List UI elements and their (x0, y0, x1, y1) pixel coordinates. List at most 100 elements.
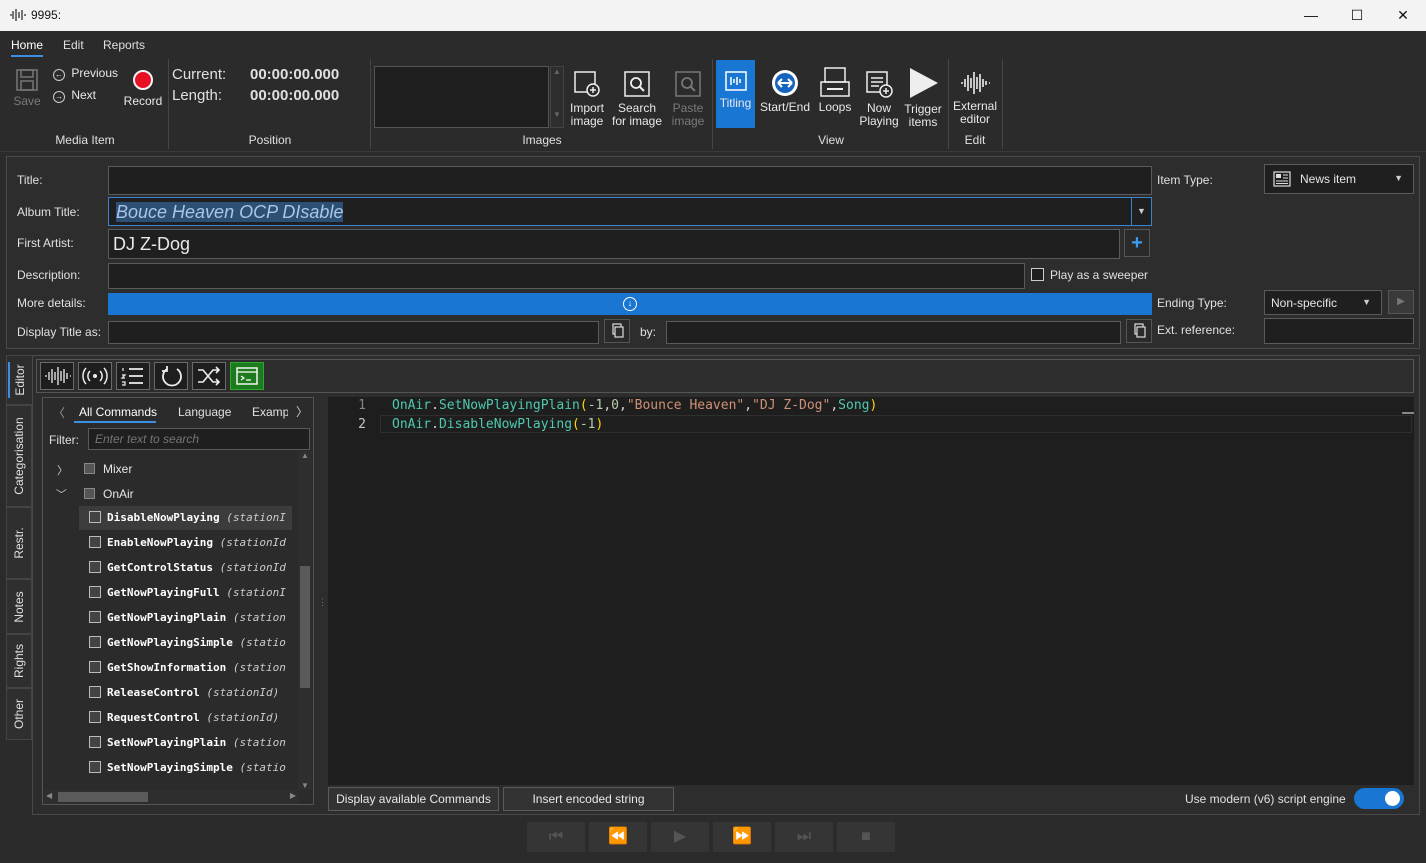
command-item[interactable]: SetNowPlayingSimple (statio (79, 756, 292, 780)
import-image-button[interactable]: Import image (566, 69, 608, 128)
side-tab-categorisation[interactable]: Categorisation (6, 405, 32, 507)
code-line[interactable]: OnAir.DisableNowPlaying(-1) (392, 417, 603, 432)
import-image-icon (574, 71, 600, 97)
folder-icon (84, 463, 95, 474)
skip-start-button[interactable]: ⏮ (527, 822, 585, 852)
tab-all-commands[interactable]: All Commands (79, 405, 157, 419)
image-scrollbar[interactable]: ▲ ▼ (550, 66, 564, 128)
command-icon (89, 711, 101, 723)
scroll-thumb[interactable] (58, 792, 148, 802)
tree-group-mixer[interactable]: Mixer (103, 462, 132, 476)
tab-examples[interactable]: Examp (252, 405, 288, 419)
length-label: Length: (172, 87, 223, 104)
command-item[interactable]: EnableNowPlaying (stationId (79, 531, 292, 555)
copy-by-button[interactable] (1126, 319, 1152, 343)
external-editor-button[interactable]: External editor (952, 69, 998, 126)
filter-label: Filter: (49, 433, 79, 447)
line-number: 1 (358, 398, 366, 413)
copy-title-button[interactable] (604, 319, 630, 343)
image-preview (374, 66, 549, 128)
scroll-thumb[interactable] (300, 566, 310, 688)
collapse-onair-icon[interactable]: 〉 (54, 489, 70, 500)
toolbar-waveform-button[interactable] (40, 362, 74, 390)
previous-button[interactable]: ← Previous (53, 67, 123, 81)
side-tab-notes[interactable]: Notes (6, 579, 32, 634)
command-item[interactable]: ReleaseControl (stationId) (79, 681, 292, 705)
command-item[interactable]: GetControlStatus (stationId (79, 556, 292, 580)
title-field[interactable] (108, 166, 1152, 195)
command-item[interactable]: SetNowPlayingPlain (station (79, 731, 292, 755)
record-button[interactable]: Record (122, 70, 164, 108)
now-playing-button[interactable]: Now Playing (858, 69, 900, 128)
play-button[interactable]: ▶ (651, 822, 709, 852)
display-title-field[interactable] (108, 321, 599, 344)
tab-edit[interactable]: Edit (63, 38, 84, 52)
script-engine-toggle[interactable] (1354, 788, 1404, 809)
ending-play-button[interactable]: ▶ (1388, 290, 1414, 314)
rewind-button[interactable]: ⏪ (589, 822, 647, 852)
code-editor[interactable] (328, 397, 1414, 785)
more-details-expander[interactable]: ↓ (108, 293, 1152, 315)
ending-type-label: Ending Type: (1157, 296, 1227, 310)
filter-input[interactable] (88, 428, 310, 450)
divider (712, 59, 713, 149)
tabs-scroll-right-icon[interactable]: 〉 (296, 403, 308, 420)
toolbar-loop-button[interactable] (154, 362, 188, 390)
play-icon: ▶ (673, 828, 687, 845)
more-details-label: More details: (17, 296, 86, 310)
paste-image-button[interactable]: Paste image (668, 69, 708, 128)
expand-mixer-icon[interactable]: 〉 (57, 462, 68, 478)
code-line[interactable]: OnAir.SetNowPlayingPlain(-1,0,"Bounce He… (392, 398, 877, 413)
tab-reports[interactable]: Reports (103, 38, 145, 52)
side-tab-restr[interactable]: Restr. (6, 507, 32, 579)
toolbar-shuffle-button[interactable] (192, 362, 226, 390)
divider (1002, 59, 1003, 149)
toolbar-broadcast-button[interactable] (78, 362, 112, 390)
tabs-scroll-left-icon[interactable]: 〈 (53, 404, 65, 421)
search-image-button[interactable]: Search for image (610, 69, 664, 128)
start-end-button[interactable]: Start/End (759, 68, 811, 114)
insert-encoded-string-button[interactable]: Insert encoded string (503, 787, 674, 811)
add-artist-button[interactable]: + (1124, 229, 1150, 257)
command-item[interactable]: GetNowPlayingFull (stationI (79, 581, 292, 605)
first-artist-field[interactable]: DJ Z-Dog (108, 229, 1120, 259)
copy-icon (612, 323, 624, 338)
toolbar-list-button[interactable] (116, 362, 150, 390)
command-item[interactable]: GetNowPlayingPlain (station (79, 606, 292, 630)
side-tab-rights[interactable]: Rights (6, 634, 32, 688)
command-item[interactable]: GetShowInformation (station (79, 656, 292, 680)
fast-forward-icon: ⏩ (732, 828, 752, 845)
splitter-grip-icon[interactable]: ⋮ (318, 597, 327, 608)
by-field[interactable] (666, 321, 1121, 344)
command-item[interactable]: DisableNowPlaying (stationI (79, 506, 292, 530)
sweeper-checkbox[interactable] (1031, 268, 1044, 281)
commands-hscrollbar[interactable]: ◀ ▶ (44, 790, 298, 804)
display-commands-button[interactable]: Display available Commands (328, 787, 499, 811)
tab-language[interactable]: Language (178, 405, 231, 419)
album-title-field[interactable]: Bouce Heaven OCP DIsable (108, 197, 1132, 226)
minimize-button[interactable]: — (1288, 0, 1334, 31)
commands-vscrollbar[interactable]: ▲ ▼ (298, 451, 312, 790)
close-button[interactable]: ✕ (1380, 0, 1426, 31)
command-item[interactable]: GetNowPlayingSimple (statio (79, 631, 292, 655)
tab-home[interactable]: Home (11, 38, 43, 52)
tree-group-onair[interactable]: OnAir (103, 487, 134, 501)
album-dropdown-button[interactable]: ▼ (1131, 197, 1152, 226)
toolbar-script-button[interactable] (230, 362, 264, 390)
skip-end-button[interactable]: ⏭ (775, 822, 833, 852)
item-type-select[interactable]: News item ▼ (1264, 164, 1414, 194)
titling-button[interactable]: Titling (716, 60, 755, 128)
stop-button[interactable]: ■ (837, 822, 895, 852)
save-button[interactable]: Save (10, 68, 44, 108)
command-item[interactable]: RequestControl (stationId) (79, 706, 292, 730)
ext-reference-field[interactable] (1264, 318, 1414, 344)
fast-forward-button[interactable]: ⏩ (713, 822, 771, 852)
broadcast-icon (82, 367, 108, 385)
maximize-button[interactable]: ☐ (1334, 0, 1380, 31)
loops-button[interactable]: Loops (815, 66, 855, 114)
trigger-items-button[interactable]: Trigger items (902, 66, 944, 129)
next-button[interactable]: → Next (53, 89, 123, 103)
description-field[interactable] (108, 263, 1025, 289)
side-tab-other[interactable]: Other (6, 688, 32, 740)
ending-type-select[interactable]: Non-specific ▼ (1264, 290, 1382, 315)
